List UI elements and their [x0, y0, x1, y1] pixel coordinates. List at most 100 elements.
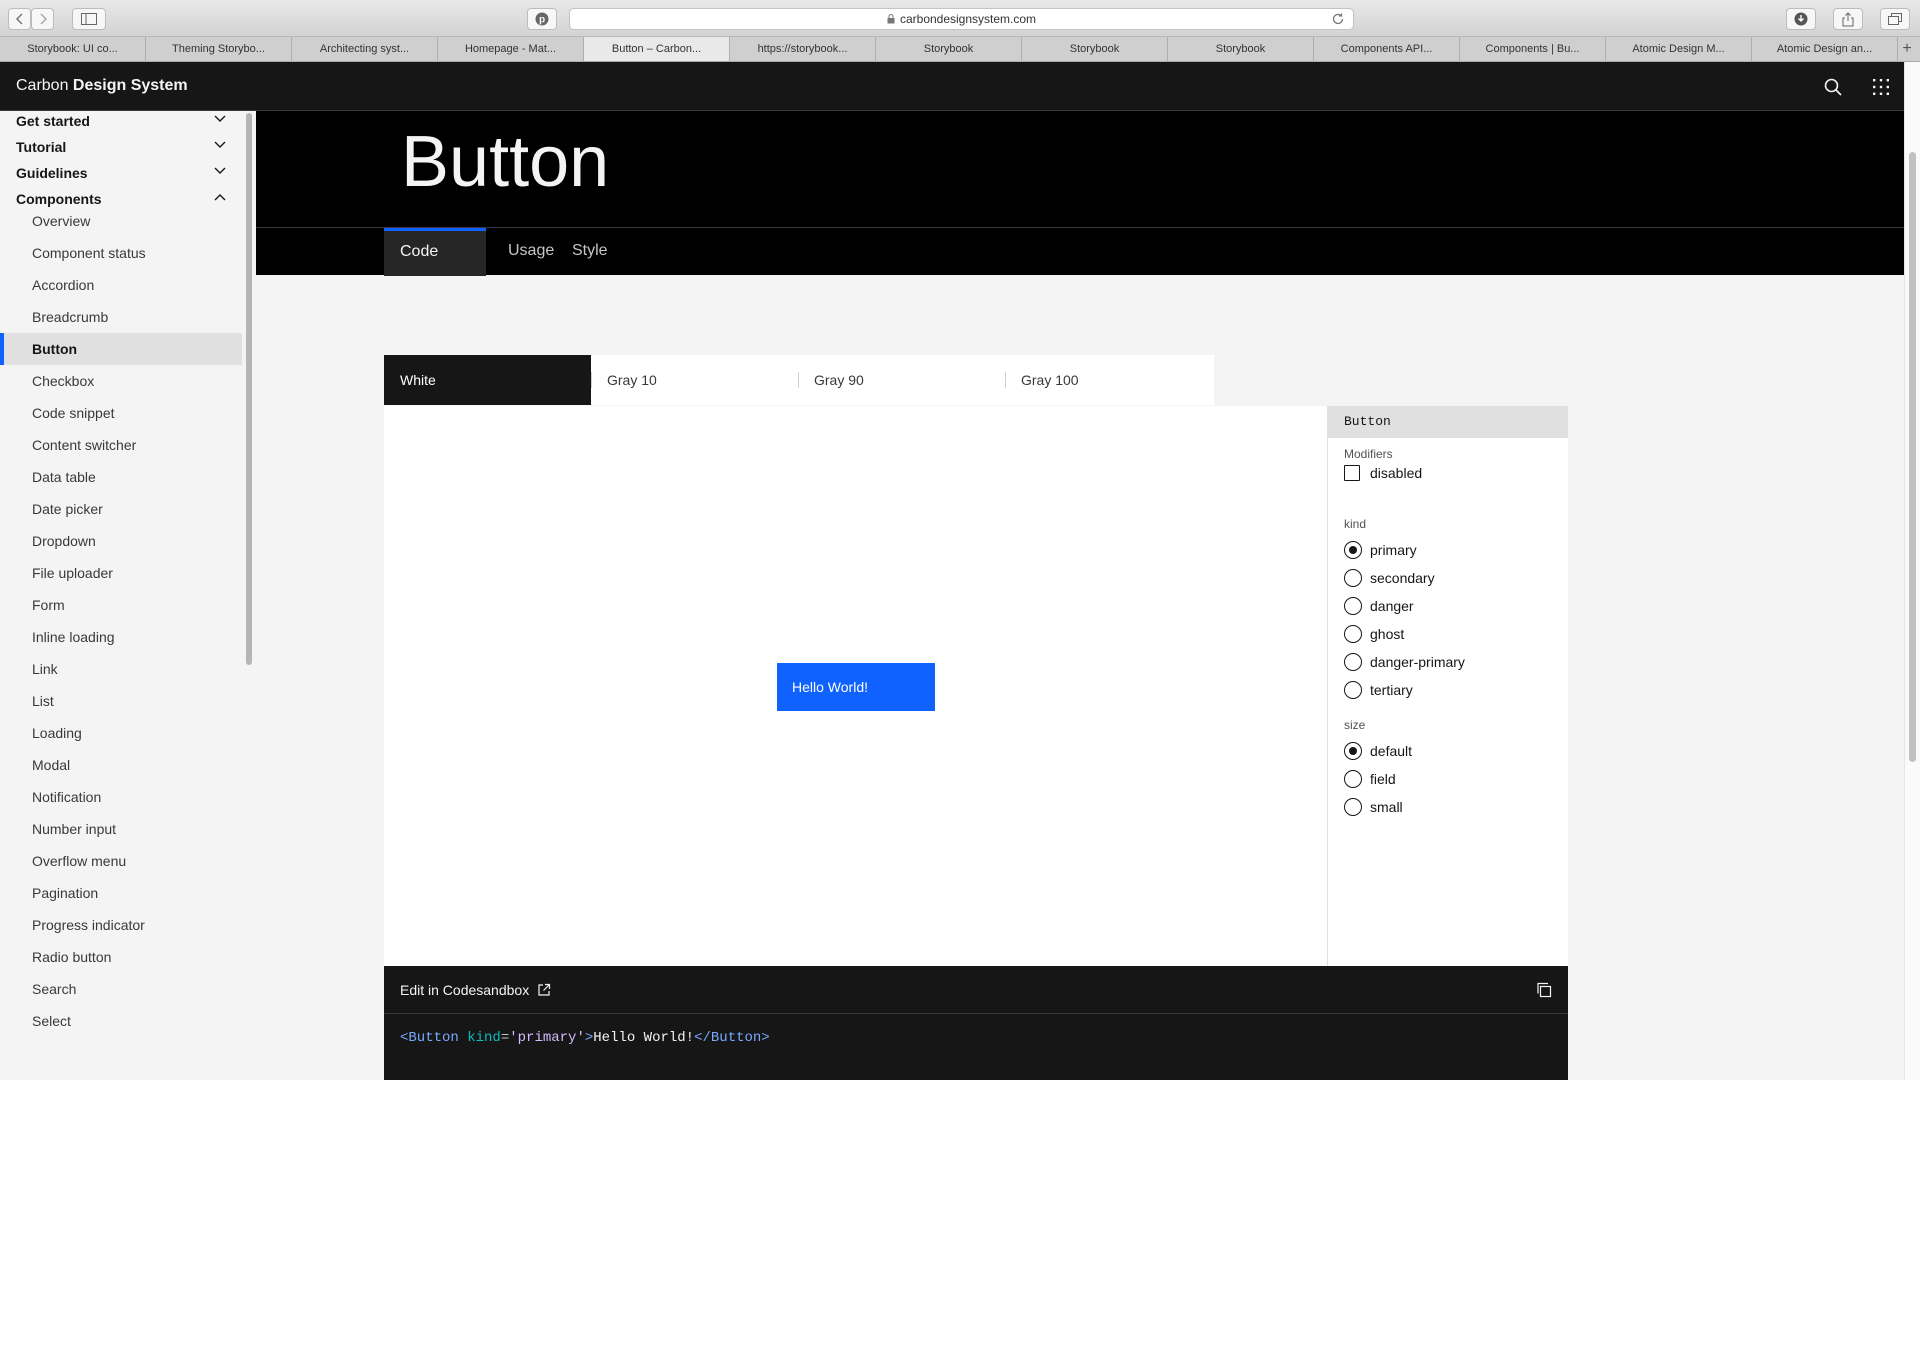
- size-label: size: [1344, 718, 1366, 732]
- address-bar[interactable]: carbondesignsystem.com: [569, 8, 1354, 30]
- search-button[interactable]: [1822, 76, 1844, 98]
- sidebar-item-notification[interactable]: Notification: [0, 781, 242, 813]
- sidebar-item-checkbox[interactable]: Checkbox: [0, 365, 242, 397]
- page-scrollbar-thumb[interactable]: [1909, 152, 1916, 762]
- browser-tab[interactable]: Components | Bu...: [1460, 37, 1606, 61]
- radio-ghost[interactable]: ghost: [1344, 624, 1404, 644]
- share-button[interactable]: [1833, 8, 1863, 30]
- sidebar-item-modal[interactable]: Modal: [0, 749, 242, 781]
- back-button[interactable]: [8, 8, 31, 30]
- radio-primary[interactable]: primary: [1344, 540, 1417, 560]
- theme-white[interactable]: White: [384, 355, 591, 405]
- pinterest-extension-button[interactable]: p: [527, 8, 557, 30]
- radio-circle[interactable]: [1344, 681, 1362, 699]
- radio-circle[interactable]: [1344, 653, 1362, 671]
- radio-circle[interactable]: [1344, 742, 1362, 760]
- modifiers-label: Modifiers: [1344, 447, 1393, 461]
- sidebar-item-code-snippet[interactable]: Code snippet: [0, 397, 242, 429]
- radio-default[interactable]: default: [1344, 741, 1412, 761]
- sidebar-item-overview[interactable]: Overview: [0, 205, 242, 237]
- theme-gray-10[interactable]: Gray 10: [591, 355, 798, 405]
- theme-gray-90[interactable]: Gray 90: [798, 355, 1005, 405]
- sidebar-item-search[interactable]: Search: [0, 973, 242, 1005]
- sidebar-item-list[interactable]: List: [0, 685, 242, 717]
- tab-style[interactable]: Style: [556, 228, 628, 276]
- radio-circle[interactable]: [1344, 541, 1362, 559]
- browser-tab[interactable]: Button – Carbon...: [584, 37, 730, 61]
- tab-usage[interactable]: Usage: [492, 228, 556, 276]
- sidebar-item-data-table[interactable]: Data table: [0, 461, 242, 493]
- app-switcher-button[interactable]: [1870, 76, 1892, 98]
- radio-circle[interactable]: [1344, 597, 1362, 615]
- tab-code[interactable]: Code: [384, 228, 486, 276]
- sidebar-item-link[interactable]: Link: [0, 653, 242, 685]
- sidebar-item-progress-indicator[interactable]: Progress indicator: [0, 909, 242, 941]
- browser-tab[interactable]: Storybook: UI co...: [0, 37, 146, 61]
- browser-tab[interactable]: Architecting syst...: [292, 37, 438, 61]
- sidebar-section-label: Get started: [16, 113, 90, 129]
- radio-circle[interactable]: [1344, 625, 1362, 643]
- sidebar-item-pagination[interactable]: Pagination: [0, 877, 242, 909]
- chevron-down-icon: [214, 141, 226, 148]
- browser-tab[interactable]: Components API...: [1314, 37, 1460, 61]
- checkbox-box[interactable]: [1344, 465, 1360, 481]
- sidebar-item-radio-button[interactable]: Radio button: [0, 941, 242, 973]
- sidebar-item-inline-loading[interactable]: Inline loading: [0, 621, 242, 653]
- sidebar-item-date-picker[interactable]: Date picker: [0, 493, 242, 525]
- sidebar-item-select[interactable]: Select: [0, 1005, 242, 1037]
- sidebar-item-loading[interactable]: Loading: [0, 717, 242, 749]
- sidebar-item-component-status[interactable]: Component status: [0, 237, 242, 269]
- sidebar-item-file-uploader[interactable]: File uploader: [0, 557, 242, 589]
- browser-tab[interactable]: Homepage - Mat...: [438, 37, 584, 61]
- browser-tab[interactable]: https://storybook...: [730, 37, 876, 61]
- downloads-button[interactable]: [1786, 8, 1816, 30]
- site-logo[interactable]: Carbon Design System: [16, 77, 188, 95]
- radio-danger[interactable]: danger: [1344, 596, 1414, 616]
- browser-tab[interactable]: Atomic Design M...: [1606, 37, 1752, 61]
- browser-tab[interactable]: Atomic Design an...: [1752, 37, 1898, 61]
- radio-circle[interactable]: [1344, 569, 1362, 587]
- radio-danger-primary[interactable]: danger-primary: [1344, 652, 1465, 672]
- sidebar-item-accordion[interactable]: Accordion: [0, 269, 242, 301]
- radio-circle[interactable]: [1344, 770, 1362, 788]
- hello-world-button[interactable]: Hello World!: [777, 663, 935, 711]
- browser-tab[interactable]: Storybook: [876, 37, 1022, 61]
- radio-circle[interactable]: [1344, 798, 1362, 816]
- sidebar-item-dropdown[interactable]: Dropdown: [0, 525, 242, 557]
- sidebar-item-number-input[interactable]: Number input: [0, 813, 242, 845]
- edit-in-codesandbox-link[interactable]: Edit in Codesandbox: [400, 982, 551, 998]
- theme-gray-100[interactable]: Gray 100: [1005, 355, 1212, 405]
- page-scrollbar[interactable]: [1904, 62, 1920, 1080]
- tab-overview-button[interactable]: [1880, 8, 1910, 30]
- sidebar-item-button[interactable]: Button: [0, 333, 242, 365]
- radio-tertiary[interactable]: tertiary: [1344, 680, 1413, 700]
- sidebar-section-tutorial[interactable]: Tutorial: [16, 137, 226, 157]
- radio-label: primary: [1370, 542, 1417, 558]
- sidebar-item-breadcrumb[interactable]: Breadcrumb: [0, 301, 242, 333]
- sidebar-section-get-started[interactable]: Get started: [16, 111, 226, 131]
- chevron-down-icon: [214, 167, 226, 174]
- sidebar-section-guidelines[interactable]: Guidelines: [16, 163, 226, 183]
- main-content: Button Code Usage Style White Gray 10 Gray 9…: [256, 111, 1904, 1080]
- code-snippet[interactable]: <Button kind='primary'>Hello World!</But…: [384, 1014, 1568, 1080]
- radio-label: ghost: [1370, 626, 1405, 642]
- knobs-panel: Button Modifiers disabled kind size prim…: [1328, 406, 1568, 966]
- sidebar-scrollbar[interactable]: [246, 111, 254, 1080]
- reload-icon[interactable]: [1331, 12, 1345, 26]
- sidebar-scrollbar-thumb[interactable]: [246, 113, 252, 665]
- radio-small[interactable]: small: [1344, 797, 1403, 817]
- browser-tab[interactable]: Theming Storybo...: [146, 37, 292, 61]
- grid-icon: [1873, 79, 1889, 95]
- radio-field[interactable]: field: [1344, 769, 1396, 789]
- radio-secondary[interactable]: secondary: [1344, 568, 1435, 588]
- browser-tab[interactable]: Storybook: [1022, 37, 1168, 61]
- sidebar-item-form[interactable]: Form: [0, 589, 242, 621]
- sidebar-item-overflow-menu[interactable]: Overflow menu: [0, 845, 242, 877]
- forward-button[interactable]: [31, 8, 54, 30]
- sidebar-item-content-switcher[interactable]: Content switcher: [0, 429, 242, 461]
- browser-tab[interactable]: Storybook: [1168, 37, 1314, 61]
- copy-code-button[interactable]: [1536, 982, 1552, 998]
- disabled-checkbox[interactable]: disabled: [1344, 463, 1422, 483]
- sidebar-toggle-button[interactable]: [72, 8, 106, 30]
- new-tab-button[interactable]: +: [1894, 37, 1920, 61]
